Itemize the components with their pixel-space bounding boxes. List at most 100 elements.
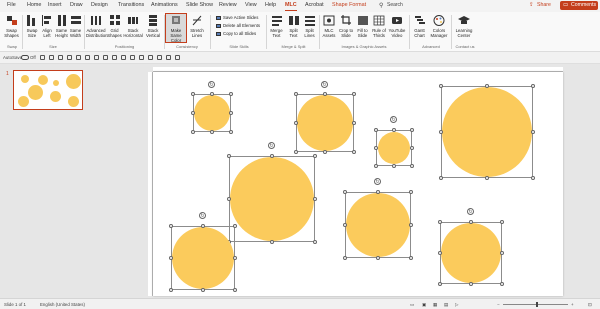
resize-handle[interactable]: [410, 164, 414, 168]
resize-handle[interactable]: [409, 223, 413, 227]
resize-handle[interactable]: [229, 92, 233, 96]
merge-text-button[interactable]: Merge Text: [269, 14, 284, 38]
resize-handle[interactable]: [191, 130, 195, 134]
tab-insert[interactable]: Insert: [48, 2, 61, 8]
share-button[interactable]: ⇪ Share: [526, 1, 555, 10]
resize-handle[interactable]: [485, 176, 489, 180]
resize-handle[interactable]: [439, 176, 443, 180]
resize-handle[interactable]: [352, 150, 356, 154]
resize-handle[interactable]: [376, 190, 380, 194]
resize-handle[interactable]: [374, 146, 378, 150]
resize-handle[interactable]: [323, 92, 327, 96]
redo-icon[interactable]: [58, 55, 63, 60]
resize-handle[interactable]: [438, 282, 442, 286]
tab-shape-format[interactable]: Shape Format: [332, 2, 366, 8]
resize-handle[interactable]: [374, 164, 378, 168]
group-icon[interactable]: [94, 55, 99, 60]
resize-handle[interactable]: [201, 288, 205, 292]
resize-handle[interactable]: [392, 164, 396, 168]
resize-handle[interactable]: [294, 121, 298, 125]
circle-shape[interactable]: [439, 84, 535, 180]
resize-handle[interactable]: [343, 256, 347, 260]
swap-size-button[interactable]: Swap Size: [25, 14, 39, 38]
resize-handle[interactable]: [323, 150, 327, 154]
rotate-handle-icon[interactable]: ↻: [208, 81, 215, 88]
resize-handle[interactable]: [438, 251, 442, 255]
resize-handle[interactable]: [313, 154, 317, 158]
zoom-out-icon[interactable]: −: [497, 302, 500, 307]
resize-handle[interactable]: [169, 288, 173, 292]
resize-handle[interactable]: [352, 92, 356, 96]
shape-outline-icon[interactable]: [166, 55, 171, 60]
resize-handle[interactable]: [531, 176, 535, 180]
slide-sorter-icon[interactable]: ▦: [433, 302, 437, 308]
notes-icon[interactable]: ▭: [410, 302, 414, 308]
tab-transitions[interactable]: Transitions: [118, 2, 144, 8]
stack-vertical-button[interactable]: Stack Vertical: [144, 14, 162, 38]
resize-handle[interactable]: [343, 190, 347, 194]
tab-review[interactable]: Review: [219, 2, 237, 8]
reading-view-icon[interactable]: ▤: [444, 302, 448, 308]
tab-home[interactable]: Home: [27, 2, 41, 8]
stack-horizontal-button[interactable]: Stack Horizontal: [123, 14, 143, 38]
resize-handle[interactable]: [169, 224, 173, 228]
resize-handle[interactable]: [410, 128, 414, 132]
circle-shape[interactable]: ↻: [343, 178, 413, 260]
resize-handle[interactable]: [531, 130, 535, 134]
tab-acrobat[interactable]: Acrobat: [305, 2, 324, 8]
tab-animations[interactable]: Animations: [151, 2, 178, 8]
zoom-slider-thumb[interactable]: [536, 302, 538, 307]
send-backward-icon[interactable]: [121, 55, 126, 60]
same-height-button[interactable]: Same Height: [55, 14, 68, 38]
resize-handle[interactable]: [313, 197, 317, 201]
tab-file[interactable]: File: [7, 2, 16, 8]
rule-of-thirds-button[interactable]: Rule of Thirds: [371, 14, 387, 38]
resize-handle[interactable]: [500, 282, 504, 286]
save-active-slides-button[interactable]: Save Active Slides: [216, 15, 258, 20]
resize-handle[interactable]: [469, 220, 473, 224]
resize-handle[interactable]: [439, 84, 443, 88]
slide-thumbnail[interactable]: [13, 70, 83, 110]
same-width-button[interactable]: Same Width: [69, 14, 82, 38]
resize-handle[interactable]: [500, 220, 504, 224]
resize-handle[interactable]: [210, 130, 214, 134]
autosave-toggle[interactable]: [21, 55, 29, 60]
resize-handle[interactable]: [191, 92, 195, 96]
resize-handle[interactable]: [227, 197, 231, 201]
resize-handle[interactable]: [233, 256, 237, 260]
tab-view[interactable]: View: [245, 2, 257, 8]
resize-handle[interactable]: [169, 256, 173, 260]
resize-handle[interactable]: [270, 240, 274, 244]
resize-handle[interactable]: [469, 282, 473, 286]
crop-to-slide-button[interactable]: Crop to Slide: [338, 14, 354, 38]
mlc-assets-button[interactable]: MLC Assets: [321, 14, 337, 38]
rotate-handle-icon[interactable]: ↻: [467, 208, 474, 215]
undo-icon[interactable]: [49, 55, 54, 60]
tab-design[interactable]: Design: [91, 2, 108, 8]
crop-icon[interactable]: [148, 55, 153, 60]
make-same-color-button[interactable]: Make Same Color: [165, 13, 187, 43]
zoom-slider[interactable]: [503, 302, 568, 307]
resize-handle[interactable]: [439, 130, 443, 134]
resize-handle[interactable]: [500, 251, 504, 255]
resize-handle[interactable]: [201, 224, 205, 228]
fill-to-slide-button[interactable]: Fill to Slide: [355, 14, 370, 38]
circle-shape[interactable]: ↻: [227, 142, 317, 244]
rotate-handle-icon[interactable]: ↻: [321, 81, 328, 88]
resize-handle[interactable]: [374, 128, 378, 132]
resize-handle[interactable]: [409, 190, 413, 194]
present-icon[interactable]: [67, 55, 72, 60]
ungroup-icon[interactable]: [103, 55, 108, 60]
stretch-lines-button[interactable]: Stretch Lines: [188, 14, 206, 38]
circle-shape[interactable]: ↻: [294, 81, 356, 154]
circle-shape[interactable]: ↻: [374, 116, 414, 168]
slide-canvas[interactable]: ↻ ↻ ↻ ↻ ↻ ↻ ↻: [153, 72, 563, 296]
zoom-in-icon[interactable]: +: [571, 302, 574, 307]
resize-handle[interactable]: [229, 111, 233, 115]
split-text-button[interactable]: Split Text: [286, 14, 301, 38]
resize-handle[interactable]: [410, 146, 414, 150]
resize-handle[interactable]: [233, 224, 237, 228]
colors-manager-button[interactable]: Colors Manager: [429, 14, 449, 38]
rotate-icon[interactable]: [130, 55, 135, 60]
resize-handle[interactable]: [210, 92, 214, 96]
